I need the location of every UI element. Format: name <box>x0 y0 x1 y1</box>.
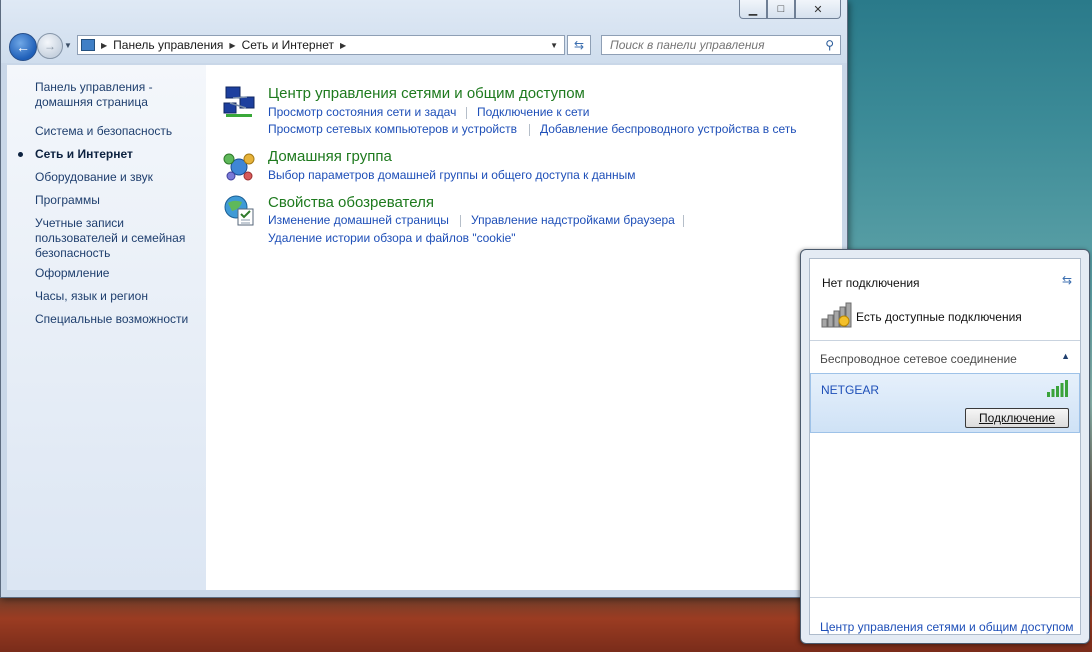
signal-warning-icon <box>821 302 852 328</box>
breadcrumb-network[interactable]: Сеть и Интернет <box>242 38 334 52</box>
sidebar-item-network[interactable]: Сеть и Интернет <box>35 147 133 162</box>
maximize-button[interactable]: □ <box>767 0 795 19</box>
network-name: NETGEAR <box>821 383 880 397</box>
wifi-signal-icon <box>1047 380 1068 397</box>
back-button[interactable]: ← <box>9 33 37 61</box>
network-list-item[interactable]: NETGEAR Подключение <box>810 373 1080 433</box>
link-view-computers[interactable]: Просмотр сетевых компьютеров и устройств <box>268 122 517 136</box>
group-title-internet-options[interactable]: Свойства обозревателя <box>268 194 434 211</box>
sidebar-item-programs[interactable]: Программы <box>35 193 100 208</box>
refresh-icon: ⇆ <box>573 38 585 52</box>
link-manage-addons[interactable]: Управление надстройками браузера <box>471 213 675 227</box>
control-panel-icon <box>81 39 95 51</box>
sidebar-item-home[interactable]: Панель управления - домашняя страница <box>35 80 153 110</box>
network-flyout-body: Нет подключения ⇆ Есть доступные подключ… <box>809 258 1081 635</box>
link-change-homepage[interactable]: Изменение домашней страницы <box>268 213 449 227</box>
divider <box>810 340 1080 341</box>
caption-buttons: ▁ □ ✕ <box>739 0 841 19</box>
connection-status: Нет подключения <box>822 276 920 290</box>
network-center-link[interactable]: Центр управления сетями и общим доступом <box>820 620 1074 634</box>
link-connect-network[interactable]: Подключение к сети <box>477 105 589 119</box>
network-flyout: Нет подключения ⇆ Есть доступные подключ… <box>800 249 1090 644</box>
wireless-section-header[interactable]: Беспроводное сетевое соединение <box>820 352 1017 366</box>
link-separator <box>529 124 530 136</box>
arrow-left-icon: ← <box>16 39 30 55</box>
address-bar[interactable]: ▶ Панель управления ▶ Сеть и Интернет ▶ … <box>77 35 565 55</box>
control-panel-window: ▁ □ ✕ ← → ▼ ▶ Панель управления ▶ Сеть и… <box>0 0 848 598</box>
sidebar-item-hardware[interactable]: Оборудование и звук <box>35 170 153 185</box>
minimize-button[interactable]: ▁ <box>739 0 767 19</box>
sidebar-item-label: Учетные записи <box>35 216 124 230</box>
sidebar-item-label: пользователей и семейная <box>35 231 186 245</box>
link-separator <box>466 107 467 119</box>
sidebar-item-appearance[interactable]: Оформление <box>35 266 109 281</box>
search-box[interactable]: ⚲ <box>601 35 841 55</box>
active-bullet <box>18 152 23 157</box>
content-pane: Центр управления сетями и общим доступом… <box>206 65 842 590</box>
sidebar-item-label: Панель управления - <box>35 80 153 94</box>
homegroup-icon <box>223 153 255 181</box>
sidebar-item-accessibility[interactable]: Специальные возможности <box>35 312 188 327</box>
sidebar-item-security[interactable]: Система и безопасность <box>35 124 172 139</box>
arrow-right-icon: → <box>44 39 56 53</box>
internet-options-icon <box>224 195 254 226</box>
address-dropdown-icon[interactable]: ▼ <box>550 41 558 50</box>
sidebar: Панель управления - домашняя страница Си… <box>7 65 206 590</box>
chevron-up-icon[interactable]: ▲ <box>1061 351 1070 361</box>
link-separator <box>460 215 461 227</box>
breadcrumb-control-panel[interactable]: Панель управления <box>113 38 223 52</box>
sidebar-item-label: домашняя страница <box>35 95 148 109</box>
divider <box>810 597 1080 598</box>
breadcrumb-chevron-icon[interactable]: ▶ <box>101 41 107 50</box>
recent-pages-dropdown[interactable]: ▼ <box>64 41 72 50</box>
forward-button[interactable]: → <box>37 33 63 59</box>
search-icon[interactable]: ⚲ <box>825 38 834 52</box>
link-separator <box>683 215 684 227</box>
breadcrumb-chevron-icon[interactable]: ▶ <box>229 41 235 50</box>
refresh-button[interactable]: ⇆ <box>567 35 591 55</box>
link-delete-history[interactable]: Удаление истории обзора и файлов "cookie… <box>268 231 516 245</box>
refresh-icon[interactable]: ⇆ <box>1062 273 1072 287</box>
sidebar-item-label: безопасность <box>35 246 111 260</box>
network-center-icon <box>223 86 255 117</box>
sidebar-item-clock[interactable]: Часы, язык и регион <box>35 289 148 304</box>
breadcrumb-chevron-icon[interactable]: ▶ <box>340 41 346 50</box>
link-view-status[interactable]: Просмотр состояния сети и задач <box>268 105 456 119</box>
connect-button[interactable]: Подключение <box>965 408 1069 428</box>
sidebar-item-accounts[interactable]: Учетные записи пользователей и семейная … <box>35 216 185 261</box>
search-input[interactable] <box>608 37 822 53</box>
group-title-network-center[interactable]: Центр управления сетями и общим доступом <box>268 85 585 102</box>
group-title-homegroup[interactable]: Домашняя группа <box>268 148 392 165</box>
close-button[interactable]: ✕ <box>795 0 841 19</box>
link-homegroup-settings[interactable]: Выбор параметров домашней группы и общег… <box>268 168 636 182</box>
link-add-wireless[interactable]: Добавление беспроводного устройства в се… <box>540 122 797 136</box>
available-connections-text: Есть доступные подключения <box>856 310 1022 324</box>
